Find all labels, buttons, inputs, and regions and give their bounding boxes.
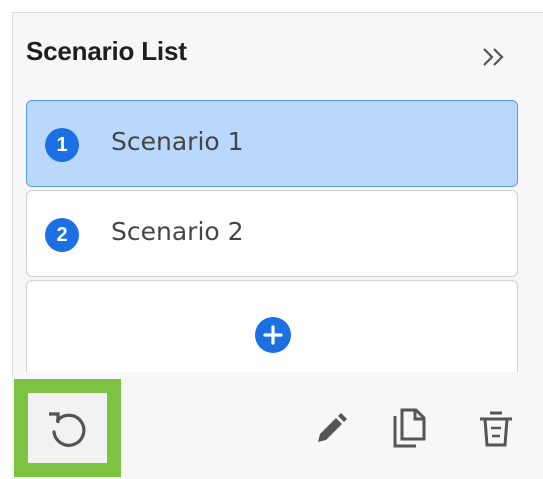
reset-button[interactable] <box>40 400 96 456</box>
pencil-icon <box>318 413 347 442</box>
trash-icon <box>480 411 512 447</box>
scenario-number-badge: 1 <box>45 128 79 162</box>
add-scenario-row <box>26 280 518 372</box>
double-chevron-right-icon <box>483 48 504 66</box>
scenario-item-1[interactable]: 1 Scenario 1 <box>26 100 518 187</box>
add-scenario-button[interactable] <box>255 317 291 353</box>
delete-button[interactable] <box>474 404 518 452</box>
scenario-item-2[interactable]: 2 Scenario 2 <box>26 190 518 277</box>
scenario-number-badge: 2 <box>45 218 79 252</box>
copy-icon <box>393 408 426 448</box>
collapse-panel-button[interactable] <box>478 40 512 74</box>
reset-icon <box>49 412 86 447</box>
scenario-label: Scenario 2 <box>111 217 244 246</box>
panel-title: Scenario List <box>26 36 187 66</box>
scenario-label: Scenario 1 <box>111 127 244 156</box>
copy-button[interactable] <box>388 404 432 452</box>
screenshot-frame: Scenario List 1 Scenario 1 2 Scenario 2 <box>0 0 543 479</box>
edit-button[interactable] <box>308 404 352 452</box>
plus-icon <box>263 325 283 345</box>
